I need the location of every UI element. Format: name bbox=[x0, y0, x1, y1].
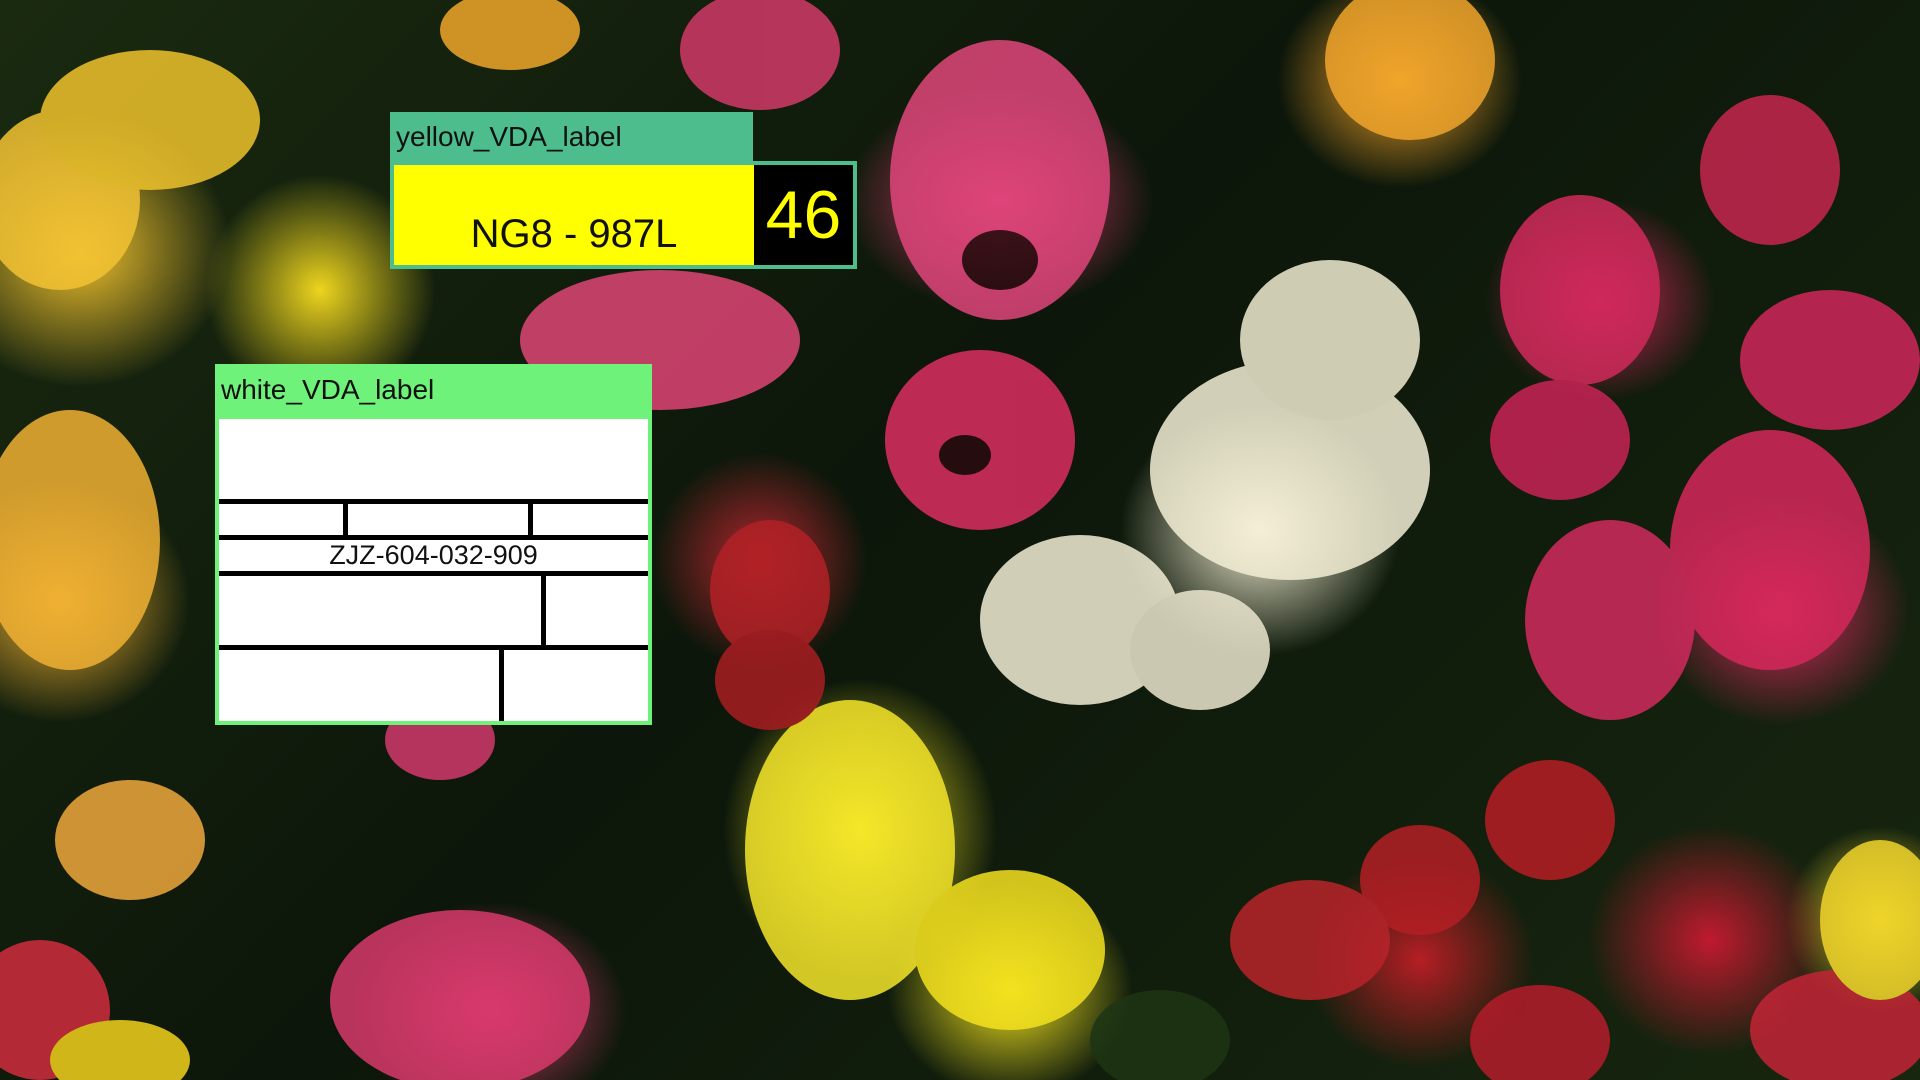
grid-line bbox=[219, 571, 648, 576]
yellow-vda-label-tag: yellow_VDA_label bbox=[390, 112, 753, 162]
yellow-vda-label-box: NG8 - 987L 46 bbox=[390, 161, 857, 269]
plate-text: NG8 - 987L bbox=[470, 212, 678, 256]
white-vda-label-tag: white_VDA_label bbox=[215, 364, 652, 416]
grid-line bbox=[343, 499, 348, 535]
grid-line bbox=[528, 499, 533, 535]
yellow-plate: NG8 - 987L bbox=[394, 165, 754, 265]
grid-line bbox=[541, 571, 546, 645]
grid-line bbox=[219, 645, 648, 650]
plate-number: 46 bbox=[754, 165, 853, 265]
serial-number: ZJZ-604-032-909 bbox=[329, 540, 538, 570]
grid-line bbox=[219, 499, 648, 504]
white-vda-label-box: ZJZ-604-032-909 bbox=[215, 415, 652, 725]
grid-line bbox=[499, 645, 504, 721]
